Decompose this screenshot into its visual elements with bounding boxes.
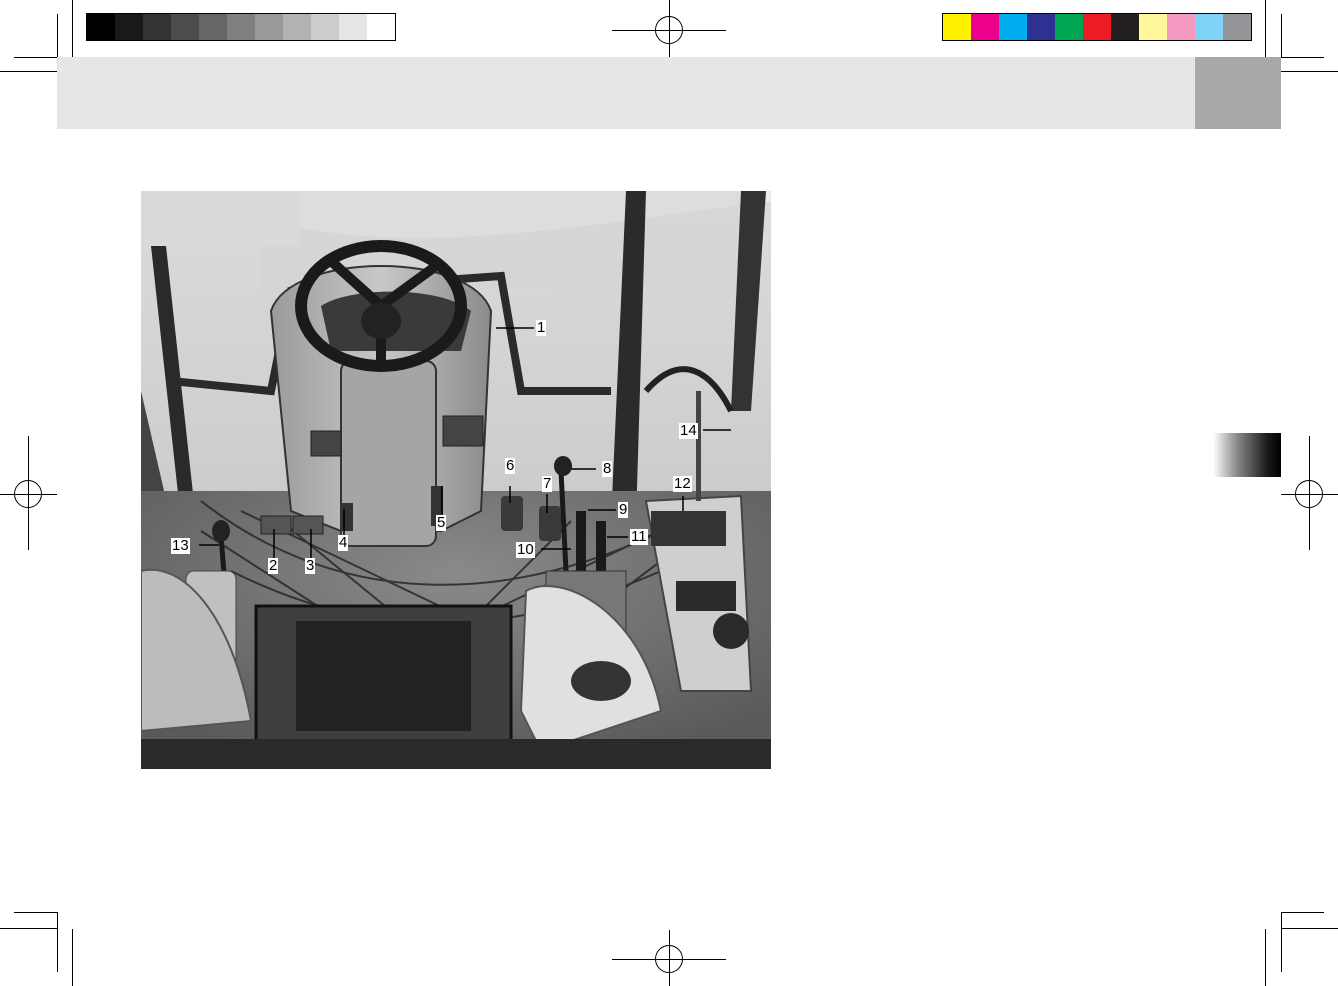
crop-mark [0, 928, 57, 929]
crop-mark [14, 912, 57, 913]
callout-10: 10 [516, 541, 535, 558]
callout-14: 14 [679, 422, 698, 439]
crop-mark [1281, 912, 1282, 972]
color-swatch [999, 14, 1027, 40]
color-calibration-strip [942, 13, 1252, 41]
color-swatch [87, 14, 115, 40]
color-swatch [311, 14, 339, 40]
callout-12: 12 [673, 475, 692, 492]
color-swatch [255, 14, 283, 40]
crop-mark [72, 929, 73, 986]
crop-mark [1281, 928, 1338, 929]
color-swatch [143, 14, 171, 40]
callout-2: 2 [268, 557, 279, 574]
crop-mark [1281, 14, 1282, 57]
chapter-tab-header [1195, 57, 1281, 129]
chapter-side-tab [1213, 433, 1281, 477]
color-swatch [367, 14, 395, 40]
crop-mark [72, 0, 73, 57]
color-swatch [1167, 14, 1195, 40]
page-header-band [57, 57, 1195, 129]
color-swatch [171, 14, 199, 40]
crop-mark [14, 57, 57, 58]
color-swatch [971, 14, 999, 40]
color-swatch [199, 14, 227, 40]
grayscale-calibration-strip [86, 13, 396, 41]
crop-mark [1281, 71, 1338, 72]
color-swatch [283, 14, 311, 40]
color-swatch [943, 14, 971, 40]
callout-6: 6 [505, 457, 516, 474]
callout-7: 7 [542, 475, 553, 492]
callout-5: 5 [436, 514, 447, 531]
crop-mark [1281, 57, 1324, 58]
color-swatch [227, 14, 255, 40]
callout-11: 11 [630, 528, 648, 545]
callout-3: 3 [305, 557, 316, 574]
callout-4: 4 [338, 534, 349, 551]
crop-mark [1265, 0, 1266, 57]
cab-controls-figure: 1 2 3 4 5 6 7 8 9 10 11 12 13 14 [141, 191, 771, 769]
color-swatch [1055, 14, 1083, 40]
color-swatch [1223, 14, 1251, 40]
color-swatch [1195, 14, 1223, 40]
color-swatch [339, 14, 367, 40]
color-swatch [115, 14, 143, 40]
color-swatch [1083, 14, 1111, 40]
crop-mark [57, 14, 58, 57]
callout-1: 1 [536, 319, 547, 336]
crop-mark [0, 71, 57, 72]
callout-8: 8 [602, 460, 613, 477]
color-swatch [1139, 14, 1167, 40]
crop-mark [57, 912, 58, 972]
crop-mark [1265, 929, 1266, 986]
color-swatch [1111, 14, 1139, 40]
crop-mark [1281, 912, 1324, 913]
callout-9: 9 [618, 501, 629, 518]
callout-13: 13 [171, 537, 190, 554]
color-swatch [1027, 14, 1055, 40]
